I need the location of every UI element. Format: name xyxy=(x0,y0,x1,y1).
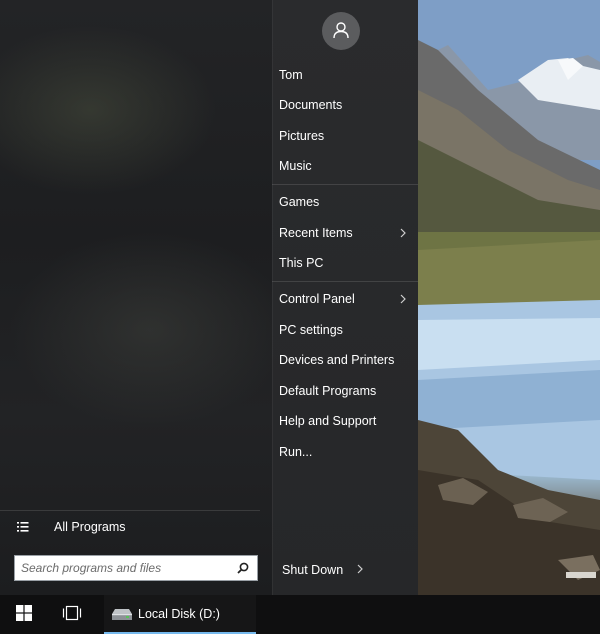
menu-item-games[interactable]: Games xyxy=(272,188,418,216)
menu-item-music[interactable]: Music xyxy=(272,152,418,180)
chevron-right-icon xyxy=(398,227,408,239)
taskbar-item-local-disk[interactable]: Local Disk (D:) xyxy=(104,595,256,634)
chevron-right-icon xyxy=(398,293,408,305)
menu-item-help-and-support[interactable]: Help and Support xyxy=(272,407,418,435)
menu-item-label: Recent Items xyxy=(279,226,353,240)
menu-item-label: Help and Support xyxy=(279,414,377,428)
user-avatar[interactable] xyxy=(322,12,360,50)
menu-item-label: Games xyxy=(279,195,320,209)
menu-item-label: PC settings xyxy=(279,323,343,337)
start-menu-left-pane xyxy=(0,0,272,595)
menu-item-user[interactable]: Tom xyxy=(272,61,418,89)
menu-item-control-panel[interactable]: Control Panel xyxy=(272,285,418,313)
menu-separator xyxy=(272,184,418,185)
menu-item-run[interactable]: Run... xyxy=(272,438,418,466)
search-box[interactable] xyxy=(14,555,258,581)
desktop-wallpaper xyxy=(418,0,600,595)
menu-item-recent-items[interactable]: Recent Items xyxy=(272,219,418,247)
drive-icon xyxy=(111,608,133,625)
menu-item-default-programs[interactable]: Default Programs xyxy=(272,377,418,405)
menu-separator xyxy=(272,281,418,282)
menu-item-label: Devices and Printers xyxy=(279,353,395,367)
menu-item-label: Control Panel xyxy=(279,292,355,306)
menu-item-this-pc[interactable]: This PC xyxy=(272,249,418,277)
taskbar-item-label: Local Disk (D:) xyxy=(138,607,220,621)
search-input[interactable] xyxy=(15,556,233,580)
menu-item-label: Documents xyxy=(279,98,343,112)
menu-item-label: Run... xyxy=(279,445,313,459)
start-button[interactable] xyxy=(0,595,48,634)
menu-item-label: Default Programs xyxy=(279,384,377,398)
search-icon[interactable] xyxy=(237,562,249,577)
menu-item-devices-and-printers[interactable]: Devices and Printers xyxy=(272,346,418,374)
chevron-right-icon[interactable] xyxy=(355,563,365,575)
shut-down-label: Shut Down xyxy=(282,563,344,577)
menu-item-documents[interactable]: Documents xyxy=(272,91,418,119)
menu-item-label: This PC xyxy=(279,256,324,270)
menu-item-label: Tom xyxy=(279,68,303,82)
list-icon xyxy=(17,521,29,536)
all-programs-label: All Programs xyxy=(54,520,126,534)
menu-item-pictures[interactable]: Pictures xyxy=(272,122,418,150)
menu-item-label: Music xyxy=(279,159,312,173)
task-view-icon xyxy=(62,605,82,624)
task-view-button[interactable] xyxy=(48,595,96,634)
menu-item-pc-settings[interactable]: PC settings xyxy=(272,316,418,344)
windows-logo-icon xyxy=(16,605,32,624)
all-programs-button[interactable]: All Programs xyxy=(0,510,260,542)
menu-item-label: Pictures xyxy=(279,129,325,143)
user-icon xyxy=(332,21,350,42)
taskbar: Local Disk (D:) xyxy=(0,595,600,634)
